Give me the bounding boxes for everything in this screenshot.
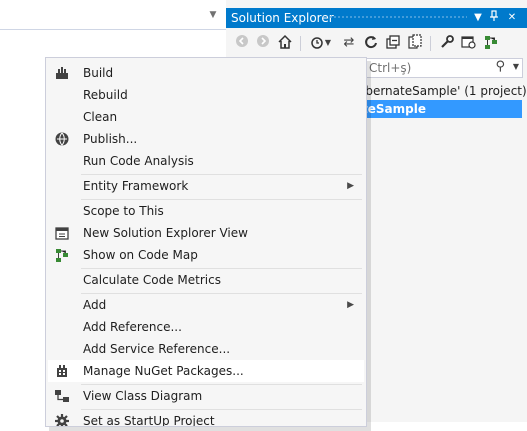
menu-item-label: Rebuild — [83, 88, 128, 102]
submenu-arrow-icon: ▶ — [347, 300, 354, 310]
menu-item-build[interactable]: Build — [48, 62, 364, 84]
show-all-files-icon[interactable] — [406, 34, 424, 52]
menu-item-show-on-code-map[interactable]: Show on Code Map — [48, 244, 364, 266]
menu-item-label: Manage NuGet Packages... — [83, 364, 244, 378]
menu-item-label: Set as StartUp Project — [83, 414, 215, 427]
menu-item-label: Build — [83, 66, 114, 80]
menu-item-label: Clean — [83, 110, 118, 124]
menu-item-clean[interactable]: Clean — [48, 106, 364, 128]
code-map-icon — [54, 247, 70, 263]
close-icon[interactable]: ✕ — [505, 10, 519, 26]
menu-item-add[interactable]: Add ▶ — [48, 294, 364, 316]
menu-item-new-solution-explorer-view[interactable]: New Solution Explorer View — [48, 222, 364, 244]
code-map-icon[interactable] — [482, 34, 500, 52]
properties-icon[interactable] — [438, 34, 456, 52]
tree-item-label: ibernateSample' (1 project) — [362, 84, 527, 98]
back-icon[interactable] — [233, 34, 251, 52]
pin-icon[interactable] — [487, 10, 501, 26]
menu-item-manage-nuget-packages[interactable]: Manage NuGet Packages... — [48, 360, 364, 382]
toolbar-separator — [300, 36, 301, 51]
toolbar-separator — [430, 36, 431, 51]
build-icon — [54, 65, 70, 81]
menu-item-add-service-reference[interactable]: Add Service Reference... — [48, 338, 364, 360]
dropdown-icon[interactable]: ▼ — [471, 10, 485, 26]
menu-item-label: Add — [83, 298, 107, 312]
search-options-dropdown-icon[interactable]: ▼ — [513, 62, 519, 71]
menu-item-set-as-startup-project[interactable]: Set as StartUp Project — [48, 410, 364, 427]
history-dropdown-icon[interactable]: ▼ — [323, 34, 333, 52]
home-icon[interactable] — [276, 34, 294, 52]
menu-item-publish[interactable]: Publish... — [48, 128, 364, 150]
menu-item-label: Show on Code Map — [83, 248, 198, 262]
search-placeholder: Ctrl+ş) — [369, 61, 412, 75]
new-view-icon — [54, 225, 70, 241]
menu-item-label: View Class Diagram — [83, 389, 203, 403]
gear-icon — [54, 413, 70, 426]
menu-item-scope-to-this[interactable]: Scope to This — [48, 200, 364, 222]
preview-icon[interactable] — [460, 34, 478, 52]
menu-item-label: Add Service Reference... — [83, 342, 231, 356]
title-grip — [329, 15, 467, 20]
menu-item-label: Publish... — [83, 132, 138, 146]
menu-item-label: Add Reference... — [83, 320, 182, 334]
menu-item-label: Run Code Analysis — [83, 154, 194, 168]
solution-explorer-title: Solution Explorer — [231, 11, 334, 25]
editor-tab-bar: ▼ — [0, 0, 226, 30]
tab-dropdown-icon[interactable]: ▼ — [207, 9, 219, 21]
solution-explorer-toolbar: ▼ ⇄ — [226, 30, 527, 56]
class-diagram-icon — [54, 388, 70, 404]
publish-icon — [54, 131, 70, 147]
menu-item-label: Entity Framework — [83, 179, 189, 193]
menu-item-label: New Solution Explorer View — [83, 226, 248, 240]
menu-item-add-reference[interactable]: Add Reference... — [48, 316, 364, 338]
menu-item-label: Scope to This — [83, 204, 164, 218]
collapse-all-icon[interactable] — [384, 34, 402, 52]
sync-icon[interactable]: ⇄ — [340, 34, 358, 52]
context-menu: Build Rebuild Clean Publish... Run Code … — [45, 57, 367, 427]
menu-item-view-class-diagram[interactable]: View Class Diagram — [48, 385, 364, 407]
solution-explorer-title-bar[interactable]: Solution Explorer ▼ ✕ — [226, 8, 527, 28]
forward-icon[interactable] — [254, 34, 272, 52]
submenu-arrow-icon: ▶ — [347, 181, 354, 191]
nuget-icon — [54, 363, 70, 379]
tree-item-label: teSample — [362, 102, 426, 116]
menu-item-entity-framework[interactable]: Entity Framework ▶ — [48, 175, 364, 197]
refresh-icon[interactable] — [362, 34, 380, 52]
menu-item-run-code-analysis[interactable]: Run Code Analysis — [48, 150, 364, 172]
menu-item-calculate-code-metrics[interactable]: Calculate Code Metrics — [48, 269, 364, 291]
menu-item-rebuild[interactable]: Rebuild — [48, 84, 364, 106]
menu-item-label: Calculate Code Metrics — [83, 273, 221, 287]
search-icon[interactable]: ⚲ — [495, 59, 505, 74]
